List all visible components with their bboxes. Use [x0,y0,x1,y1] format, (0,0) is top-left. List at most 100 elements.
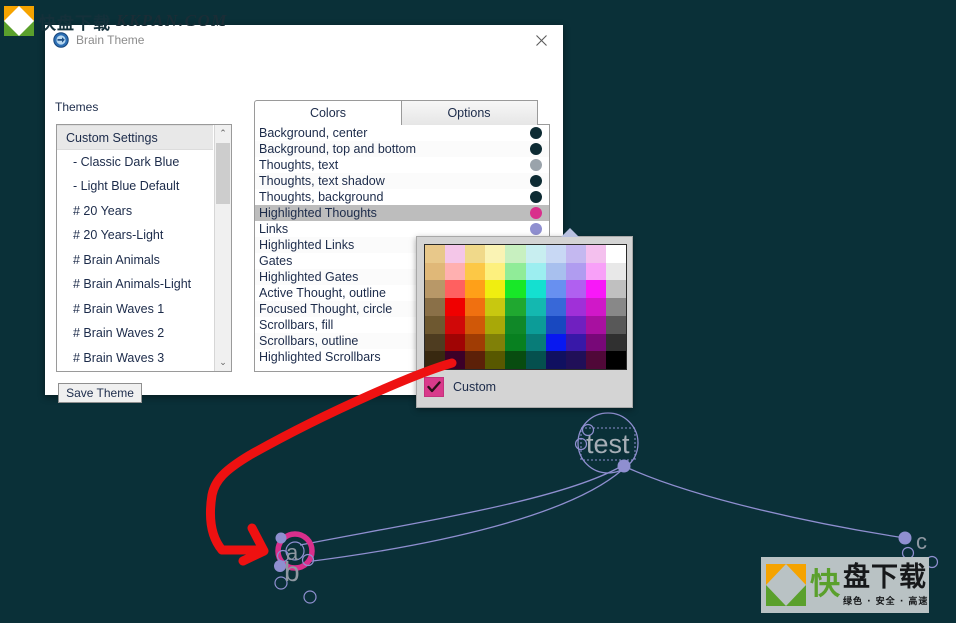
palette-swatch[interactable] [425,280,446,299]
theme-list-item[interactable]: # Brain Animals-Light [57,272,213,297]
palette-swatch[interactable] [505,315,526,334]
palette-swatch[interactable] [565,245,586,263]
palette-swatch[interactable] [605,351,626,369]
palette-swatch[interactable] [545,315,566,334]
themes-scrollbar[interactable]: ⌃ ⌄ [214,125,231,371]
color-list-row[interactable]: Thoughts, background [255,189,549,205]
palette-swatch[interactable] [585,351,606,369]
color-swatch[interactable] [530,143,542,155]
palette-swatch[interactable] [565,315,586,334]
palette-swatch[interactable] [425,315,446,334]
tab-options[interactable]: Options [400,100,538,125]
palette-swatch[interactable] [485,333,506,352]
palette-swatch[interactable] [445,351,466,369]
palette-swatch[interactable] [445,280,466,299]
palette-swatch[interactable] [505,262,526,281]
palette-swatch[interactable] [465,315,486,334]
theme-list-item[interactable]: - Light Blue Default [57,174,213,199]
palette-swatch[interactable] [505,280,526,299]
node-label-test[interactable]: test [586,429,630,460]
palette-swatch[interactable] [605,315,626,334]
palette-swatch[interactable] [565,280,586,299]
palette-swatch[interactable] [485,262,506,281]
theme-list-item[interactable]: - Classic Dark Blue [57,150,213,175]
close-icon[interactable] [519,25,563,55]
palette-swatch[interactable] [545,351,566,369]
scroll-down-arrow-icon[interactable]: ⌄ [215,354,231,371]
palette-swatch[interactable] [525,245,546,263]
palette-swatch[interactable] [485,245,506,263]
color-list-row[interactable]: Background, top and bottom [255,141,549,157]
palette-swatch[interactable] [585,298,606,316]
color-list-row[interactable]: Background, center [255,125,549,141]
color-swatch[interactable] [530,223,542,235]
palette-swatch[interactable] [545,333,566,352]
color-list-row[interactable]: Highlighted Thoughts [255,205,549,221]
palette-swatch[interactable] [425,245,446,263]
palette-swatch[interactable] [485,315,506,334]
color-swatch[interactable] [530,159,542,171]
color-swatch[interactable] [530,207,542,219]
palette-swatch[interactable] [505,333,526,352]
theme-list-item[interactable]: # Brain Waves 3 [57,346,213,371]
palette-swatch[interactable] [525,351,546,369]
palette-swatch[interactable] [525,333,546,352]
palette-swatch[interactable] [505,351,526,369]
palette-swatch[interactable] [445,298,466,316]
color-swatch[interactable] [530,175,542,187]
scrollbar-thumb[interactable] [216,143,230,204]
palette-swatch[interactable] [465,298,486,316]
palette-swatch[interactable] [585,315,606,334]
themes-listbox[interactable]: Custom Settings - Classic Dark Blue - Ligh… [56,124,232,372]
palette-swatch[interactable] [585,280,606,299]
palette-swatch[interactable] [605,333,626,352]
color-swatch[interactable] [530,127,542,139]
palette-swatch[interactable] [545,262,566,281]
palette-swatch[interactable] [605,280,626,299]
palette-swatch[interactable] [425,333,446,352]
palette-swatch[interactable] [565,262,586,281]
palette-swatch[interactable] [425,298,446,316]
palette-swatch[interactable] [585,333,606,352]
palette-swatch[interactable] [505,298,526,316]
color-swatch[interactable] [530,191,542,203]
palette-swatch[interactable] [525,280,546,299]
save-theme-button[interactable]: Save Theme [58,383,142,403]
palette-swatch[interactable] [605,262,626,281]
theme-list-item[interactable]: Custom Settings [57,125,213,150]
theme-list-item[interactable]: # 20 Years-Light [57,223,213,248]
theme-list-item[interactable]: # Brain Waves 1 [57,297,213,322]
scroll-up-arrow-icon[interactable]: ⌃ [215,125,231,142]
palette-swatch[interactable] [545,280,566,299]
palette-swatch[interactable] [525,315,546,334]
palette-swatch[interactable] [445,245,466,263]
custom-checkbox[interactable] [424,377,444,397]
palette-swatch[interactable] [505,245,526,263]
theme-list-item[interactable]: # Brain Animals [57,248,213,273]
palette-swatch[interactable] [445,262,466,281]
palette-swatch[interactable] [425,351,446,369]
palette-swatch[interactable] [525,298,546,316]
node-label-c[interactable]: c [916,529,927,555]
palette-swatch[interactable] [445,333,466,352]
palette-swatch[interactable] [585,245,606,263]
color-picker-popup[interactable]: Custom [416,228,633,408]
color-list-row[interactable]: Thoughts, text shadow [255,173,549,189]
palette-swatch[interactable] [465,245,486,263]
palette-swatch[interactable] [465,262,486,281]
tab-colors[interactable]: Colors [254,100,402,125]
palette-swatch[interactable] [465,280,486,299]
palette-swatch[interactable] [545,298,566,316]
palette-swatch[interactable] [565,298,586,316]
palette-swatch[interactable] [565,333,586,352]
theme-list-item[interactable]: # Brain Waves 2 [57,321,213,346]
palette-swatch[interactable] [605,298,626,316]
palette-swatch[interactable] [585,262,606,281]
palette-swatch[interactable] [445,315,466,334]
node-label-b[interactable]: b [284,556,300,588]
palette-swatch[interactable] [605,245,626,263]
palette-swatch[interactable] [545,245,566,263]
color-list-row[interactable]: Links [255,221,549,237]
palette-swatch[interactable] [525,262,546,281]
palette-swatch[interactable] [565,351,586,369]
